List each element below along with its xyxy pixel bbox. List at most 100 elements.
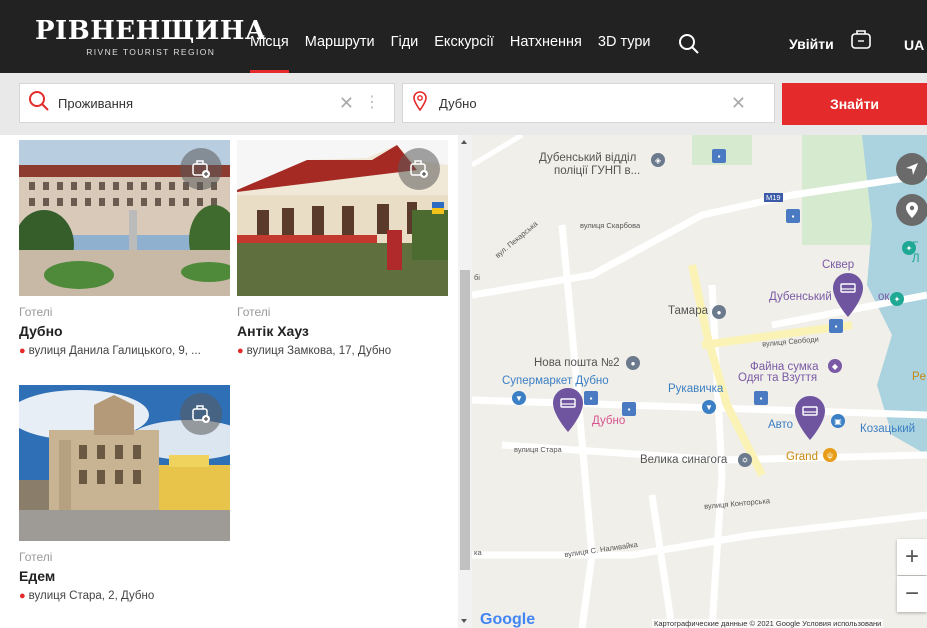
bus-station-poi-icon[interactable]: ▣ (831, 414, 845, 428)
hotel-map-marker[interactable] (794, 395, 826, 446)
category-field[interactable]: Проживання ✕ ⋮ (19, 83, 395, 123)
nav-item-places[interactable]: Місця (250, 0, 289, 73)
google-logo-text: Google (480, 611, 536, 628)
clear-category-icon[interactable]: ✕ (339, 93, 354, 114)
street-ka: ка (474, 548, 482, 557)
results-list: Готелі Дубно ● вулиця Данила Галицького, … (0, 135, 472, 628)
category-value: Проживання (58, 95, 134, 111)
map-label-l-right: Л (912, 253, 920, 265)
zoom-in-button[interactable]: + (897, 539, 927, 575)
add-to-trip-button[interactable] (180, 393, 222, 435)
bus-stop-icon[interactable]: ▪ (712, 149, 726, 163)
synagogue-poi-icon[interactable]: ✡ (738, 453, 752, 467)
nav-item-3d-tours[interactable]: 3D тури (598, 0, 651, 73)
clear-location-icon[interactable]: ✕ (731, 93, 746, 114)
card-address: ● вулиця Замкова, 17, Дубно (237, 345, 448, 357)
poi-pin-icon[interactable]: ● (626, 356, 640, 370)
cart-poi-icon[interactable]: ▼ (702, 400, 716, 414)
site-header: РІВНЕНЩИНА RIVNE TOURIST REGION Місця Ма… (0, 0, 927, 73)
list-scrollbar[interactable] (458, 135, 472, 628)
map-label-park-suffix[interactable]: ок (878, 291, 889, 303)
bus-stop-icon[interactable]: ▪ (786, 209, 800, 223)
card-address-text: вулиця Стара, 2, Дубно (28, 590, 155, 602)
language-switch[interactable]: UA (904, 37, 924, 53)
map-label-police[interactable]: Дубенський відділ (539, 152, 636, 164)
street-stara: вулиця Стара (514, 445, 562, 454)
card-address: ● вулиця Стара, 2, Дубно (19, 590, 230, 602)
scroll-down-arrow-icon[interactable] (461, 619, 467, 623)
card-category: Готелі (19, 305, 53, 319)
location-pin-icon (413, 90, 427, 116)
card-address-text: вулиця Данила Галицького, 9, ... (28, 345, 201, 357)
police-poi-icon[interactable]: ◈ (651, 153, 665, 167)
location-value: Дубно (439, 95, 477, 111)
map-label-fayna-2[interactable]: Одяг та Взуття (738, 372, 817, 384)
map-label-rukavychka[interactable]: Рукавичка (668, 383, 723, 395)
travel-bag-icon[interactable] (850, 28, 872, 55)
main-nav: Місця Маршрути Гіди Екскурсії Натхнення … (250, 0, 667, 73)
find-button[interactable]: Знайти (782, 83, 927, 125)
nav-item-guides[interactable]: Гіди (391, 0, 419, 73)
search-icon[interactable] (678, 33, 700, 60)
bus-stop-icon[interactable]: ▪ (754, 391, 768, 405)
card-address: ● вулиця Данила Галицького, 9, ... (19, 345, 230, 357)
nav-item-routes[interactable]: Маршрути (305, 0, 375, 73)
map-label-nova-poshta[interactable]: Нова пошта №2 (534, 357, 620, 369)
hotel-map-marker[interactable] (552, 387, 584, 438)
hotel-map-marker[interactable] (832, 272, 864, 323)
hotel-photo[interactable] (19, 385, 230, 541)
logo-title: РІВНЕНЩИНА (35, 16, 267, 46)
my-location-icon[interactable] (896, 194, 927, 226)
road-sign-m19: M19 (764, 193, 783, 202)
map-label-synagogue[interactable]: Велика синагога (640, 454, 727, 466)
map-label-kozatskyi[interactable]: Козацький (860, 423, 915, 435)
bus-stop-icon[interactable]: ▪ (622, 402, 636, 416)
nav-item-inspiration[interactable]: Натхнення (510, 0, 582, 73)
login-link[interactable]: Увійти (789, 36, 834, 52)
map-label-dubno-hotel[interactable]: Дубно (592, 415, 625, 427)
map-label-grand[interactable]: Grand (786, 451, 818, 463)
map-label-skver[interactable]: Сквер (822, 259, 854, 271)
card-title[interactable]: Дубно (19, 323, 230, 339)
location-field[interactable]: Дубно ✕ (402, 83, 775, 123)
add-to-trip-button[interactable] (398, 148, 440, 190)
zoom-out-button[interactable]: − (897, 576, 927, 612)
site-logo[interactable]: РІВНЕНЩИНА RIVNE TOURIST REGION (35, 18, 267, 57)
cart-poi-icon[interactable]: ▼ (512, 391, 526, 405)
map-pin-icon: ● (19, 345, 26, 357)
street-bi: бі (474, 273, 480, 282)
map-label-tamara[interactable]: Тамара (668, 305, 708, 317)
list-item[interactable]: Готелі Едем ● вулиця Стара, 2, Дубно (19, 385, 230, 602)
navigate-icon[interactable] (896, 153, 927, 185)
google-logo: Google (480, 611, 535, 628)
map-label-police-2[interactable]: поліції ГУНП в... (554, 165, 640, 177)
card-address-text: вулиця Замкова, 17, Дубно (246, 345, 392, 357)
bus-stop-icon[interactable]: ▪ (584, 391, 598, 405)
poi-icon[interactable]: ✦ (902, 241, 916, 255)
filter-bar: Проживання ✕ ⋮ Дубно ✕ Знайти (0, 73, 927, 135)
nav-item-excursions[interactable]: Екскурсії (434, 0, 494, 73)
scrollbar-thumb[interactable] (460, 270, 470, 570)
add-to-trip-button[interactable] (180, 148, 222, 190)
map-label-avto[interactable]: Авто (768, 419, 793, 431)
list-item[interactable]: Готелі Антік Хауз ● вулиця Замкова, 17, Д… (237, 140, 448, 357)
map-label-supermarket[interactable]: Супермаркет Дубно (502, 375, 609, 387)
park-poi-icon[interactable]: ✦ (890, 292, 904, 306)
hotel-photo[interactable] (237, 140, 448, 296)
shop-poi-icon[interactable]: ◆ (828, 359, 842, 373)
list-item[interactable]: Готелі Дубно ● вулиця Данила Галицького, … (19, 140, 230, 357)
more-options-icon[interactable]: ⋮ (364, 95, 380, 111)
card-title[interactable]: Едем (19, 568, 230, 584)
card-category: Готелі (19, 550, 53, 564)
hotel-photo[interactable] (19, 140, 230, 296)
scroll-up-arrow-icon[interactable] (461, 140, 467, 144)
map-attribution[interactable]: Картографические данные © 2021 Google Ус… (652, 619, 884, 628)
logo-subtitle: RIVNE TOURIST REGION (86, 47, 216, 57)
map-view[interactable]: Дубенський відділ поліції ГУНП в... ◈ ▪ … (472, 135, 927, 628)
card-title[interactable]: Антік Хауз (237, 323, 448, 339)
map-label-park[interactable]: Дубенський (769, 291, 832, 303)
map-pin-icon: ● (237, 345, 244, 357)
poi-pin-icon[interactable]: ● (712, 305, 726, 319)
card-category: Готелі (237, 305, 271, 319)
restaurant-poi-icon[interactable]: ψ (823, 448, 837, 462)
